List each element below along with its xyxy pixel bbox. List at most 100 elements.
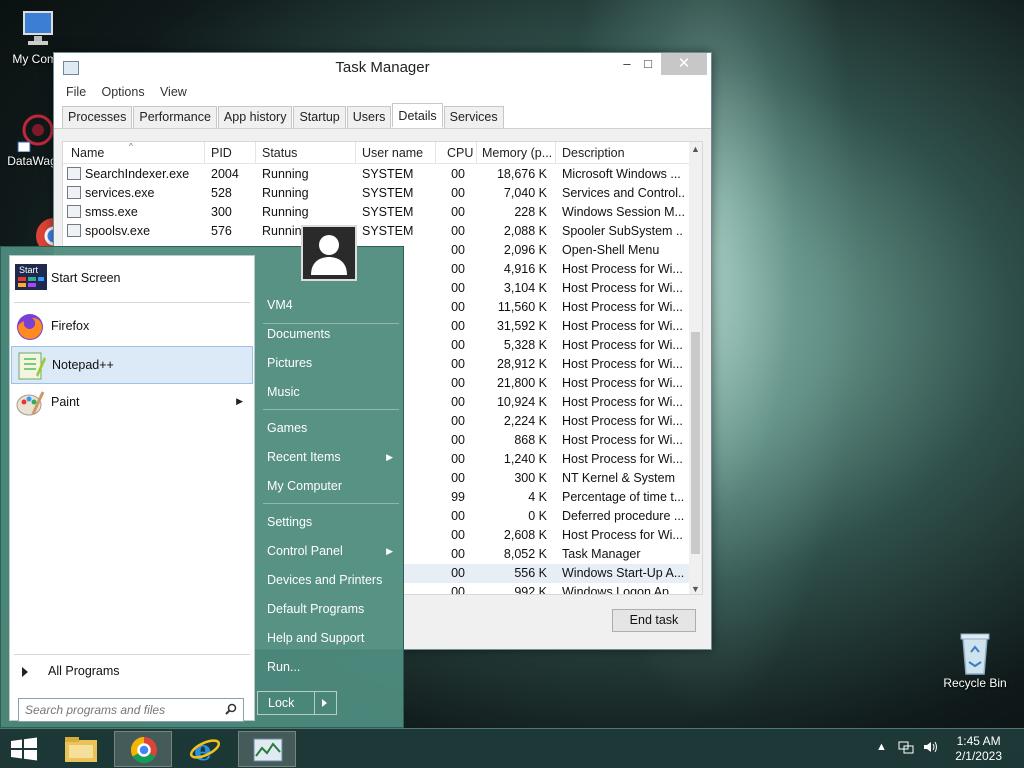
cell-user: SYSTEM [362,205,414,219]
cell-mem: 11,560 K [497,300,547,314]
search-input[interactable]: Search programs and files [18,698,244,722]
lock-button[interactable]: Lock [257,691,337,715]
submenu-arrow-icon: ▶ [386,452,393,462]
clock-time: 1:45 AM [956,734,1001,748]
start-button[interactable] [0,731,48,767]
cell-status: Running [262,205,309,219]
start-item-notepad-plus-plus[interactable]: Notepad++ [11,346,253,384]
cell-desc: Host Process for Wi... [562,319,683,333]
cell-cpu: 00 [451,547,465,561]
cell-desc: Windows Session M... [562,205,684,219]
cell-cpu: 00 [451,395,465,409]
cell-desc: Host Process for Wi... [562,414,683,428]
close-button[interactable]: ✕ [661,53,707,75]
process-icon [67,205,81,218]
column-header-memory[interactable]: Memory (p... [482,146,552,160]
cell-desc: Percentage of time t... [562,490,684,504]
taskbar-file-explorer[interactable] [52,731,110,767]
tab-services[interactable]: Services [443,106,504,128]
places-item-documents[interactable]: Documents [263,320,403,348]
user-avatar[interactable] [301,225,357,281]
all-programs-arrow-icon [22,666,28,677]
desktop-icon-recycle-bin[interactable]: Recycle Bin [937,630,1013,690]
column-header-description[interactable]: Description [562,146,625,160]
menu-file[interactable]: File [60,81,92,103]
column-header-user-name[interactable]: User name [362,146,423,160]
svg-text:e: e [194,734,212,767]
places-item-recent-items[interactable]: Recent Items ▶ [263,443,403,471]
volume-icon[interactable] [922,739,938,758]
show-hidden-icons-icon[interactable]: ▲ [876,741,887,753]
cell-mem: 4 K [528,490,547,504]
start-item-paint[interactable]: Paint ▶ [11,384,253,422]
cell-cpu: 00 [451,224,465,238]
search-icon[interactable] [225,703,237,715]
all-programs-button[interactable]: All Programs [22,664,120,678]
cell-cpu: 00 [451,509,465,523]
tab-processes[interactable]: Processes [62,106,133,128]
lock-options-arrow-icon[interactable] [322,699,327,707]
cell-desc: Task Manager [562,547,641,561]
cell-cpu: 00 [451,319,465,333]
network-icon[interactable] [898,739,914,758]
title-bar[interactable]: Task Manager – □ ✕ [54,53,711,81]
tab-users[interactable]: Users [346,106,392,128]
end-task-button[interactable]: End task [612,609,696,632]
places-item-vm4[interactable]: VM4 [263,291,403,319]
places-item-label: Recent Items [267,450,341,464]
tab-details[interactable]: Details [392,103,443,127]
start-item-start-screen[interactable]: Start Start Screen [11,260,253,298]
table-row[interactable]: services.exe 528 Running SYSTEM 00 7,040 K Ser… [63,184,691,203]
cell-name: SearchIndexer.exe [85,167,190,181]
system-clock[interactable]: 1:45 AM 2/1/2023 [955,734,1002,764]
column-header-status[interactable]: Status [262,146,297,160]
cell-pid: 576 [211,224,232,238]
computer-icon [16,10,60,50]
places-item-music[interactable]: Music [263,378,403,406]
start-menu: Start Start Screen Firefox Notepad++ Pai… [0,225,404,728]
taskbar-chrome[interactable] [114,731,172,767]
places-item-pictures[interactable]: Pictures [263,349,403,377]
cell-desc: Spooler SubSystem ... [562,224,684,238]
tab-app-history[interactable]: App history [217,106,293,128]
cell-mem: 7,040 K [503,186,547,200]
start-item-label: Firefox [51,319,90,333]
places-item-default-programs[interactable]: Default Programs [263,595,403,623]
places-item-settings[interactable]: Settings [263,508,403,536]
table-row[interactable]: SearchIndexer.exe 2004 Running SYSTEM 00 18,6… [63,165,691,184]
vertical-scrollbar[interactable]: ▲ ▼ [689,142,702,594]
places-item-games[interactable]: Games [263,414,403,442]
taskbar-internet-explorer[interactable]: e [176,731,234,767]
start-menu-programs: Start Start Screen Firefox Notepad++ Pai… [9,255,255,722]
column-header-name[interactable]: Name [71,146,104,160]
places-item-devices-and-printers[interactable]: Devices and Printers [263,566,403,594]
start-item-label: Paint [51,395,80,409]
table-row[interactable]: smss.exe 300 Running SYSTEM 00 228 K Windows S… [63,203,691,222]
places-item-run[interactable]: Run... [263,653,403,681]
cell-desc: Host Process for Wi... [562,338,683,352]
maximize-button[interactable]: □ [633,53,663,75]
menu-view[interactable]: View [154,81,193,103]
firefox-icon [15,312,45,342]
table-row[interactable]: spoolsv.exe 576 Runnin SYSTEM 00 2,088 K Spool… [63,222,691,241]
menu-options[interactable]: Options [96,81,151,103]
cell-desc: Host Process for Wi... [562,281,683,295]
cell-mem: 5,328 K [503,338,547,352]
column-header-cpu[interactable]: CPU [447,146,473,160]
places-item-control-panel[interactable]: Control Panel ▶ [263,537,403,565]
scroll-up-icon[interactable]: ▲ [689,142,702,156]
places-item-help-and-support[interactable]: Help and Support [263,624,403,652]
scroll-down-icon[interactable]: ▼ [689,582,702,594]
cell-cpu: 99 [451,490,465,504]
cell-desc: Host Process for Wi... [562,433,683,447]
taskbar-task-manager[interactable] [238,731,296,767]
scroll-thumb[interactable] [691,332,700,554]
cell-cpu: 00 [451,357,465,371]
cell-desc: Host Process for Wi... [562,452,683,466]
cell-mem: 0 K [528,509,547,523]
column-header-pid[interactable]: PID [211,146,232,160]
start-item-firefox[interactable]: Firefox [11,308,253,346]
places-item-my-computer[interactable]: My Computer [263,472,403,500]
tab-performance[interactable]: Performance [133,106,217,128]
tab-startup[interactable]: Startup [293,106,346,128]
